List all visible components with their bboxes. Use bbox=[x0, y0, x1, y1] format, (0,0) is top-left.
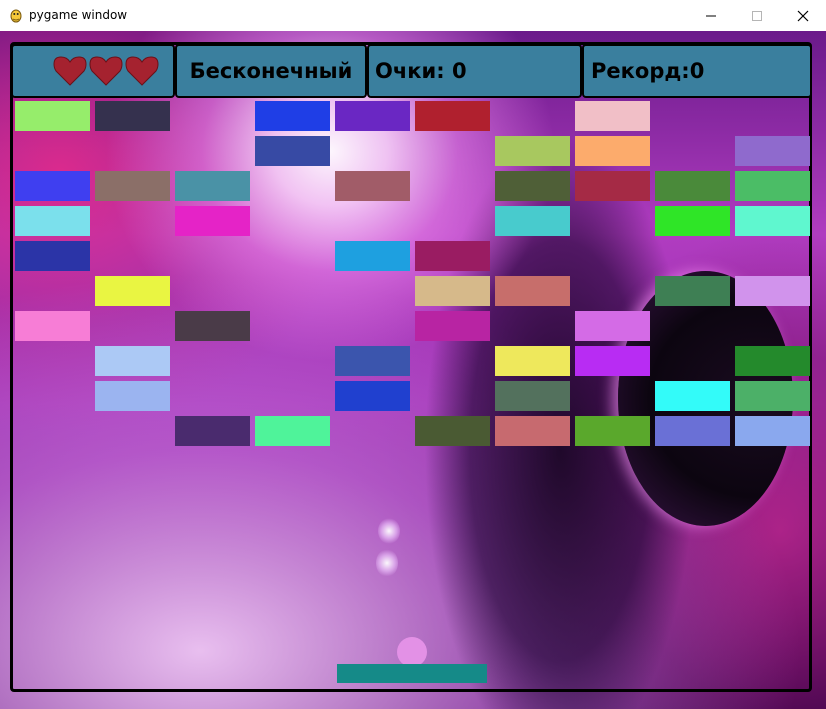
brick bbox=[335, 381, 410, 411]
maximize-button[interactable] bbox=[734, 0, 780, 31]
heart-icon bbox=[53, 56, 87, 86]
brick bbox=[495, 206, 570, 236]
brick bbox=[495, 381, 570, 411]
brick bbox=[415, 311, 490, 341]
brick bbox=[15, 101, 90, 131]
close-button[interactable] bbox=[780, 0, 826, 31]
record-label: Рекорд:0 bbox=[582, 44, 812, 98]
heart-icon bbox=[89, 56, 123, 86]
brick bbox=[575, 346, 650, 376]
brick bbox=[95, 346, 170, 376]
brick bbox=[575, 416, 650, 446]
lives-panel bbox=[11, 44, 175, 98]
brick bbox=[655, 206, 730, 236]
brick bbox=[575, 101, 650, 131]
mode-label: Бесконечный bbox=[175, 44, 367, 98]
brick bbox=[495, 171, 570, 201]
minimize-icon bbox=[706, 15, 716, 16]
brick bbox=[255, 101, 330, 131]
brick bbox=[735, 416, 810, 446]
maximize-icon bbox=[752, 10, 762, 21]
brick bbox=[575, 171, 650, 201]
minimize-button[interactable] bbox=[688, 0, 734, 31]
brick bbox=[335, 171, 410, 201]
brick bbox=[335, 346, 410, 376]
close-icon bbox=[797, 10, 809, 21]
brick bbox=[735, 346, 810, 376]
brick bbox=[735, 206, 810, 236]
brick bbox=[95, 381, 170, 411]
brick bbox=[255, 416, 330, 446]
brick bbox=[495, 276, 570, 306]
brick bbox=[15, 171, 90, 201]
brick bbox=[735, 276, 810, 306]
brick bbox=[495, 346, 570, 376]
hud-bar: Бесконечный Очки: 0 Рекорд:0 bbox=[11, 44, 812, 98]
brick bbox=[495, 136, 570, 166]
heart-icon bbox=[125, 56, 159, 86]
brick bbox=[335, 241, 410, 271]
window-titlebar[interactable]: pygame window bbox=[0, 0, 826, 32]
brick bbox=[415, 276, 490, 306]
brick bbox=[735, 136, 810, 166]
brick bbox=[175, 416, 250, 446]
brick bbox=[415, 416, 490, 446]
brick bbox=[95, 101, 170, 131]
brick bbox=[95, 171, 170, 201]
brick bbox=[15, 311, 90, 341]
brick bbox=[655, 381, 730, 411]
game-canvas[interactable]: Бесконечный Очки: 0 Рекорд:0 bbox=[0, 31, 826, 709]
brick bbox=[655, 416, 730, 446]
brick bbox=[95, 276, 170, 306]
brick bbox=[655, 171, 730, 201]
brick bbox=[575, 136, 650, 166]
brick bbox=[175, 206, 250, 236]
brick bbox=[495, 416, 570, 446]
brick bbox=[255, 136, 330, 166]
brick bbox=[735, 381, 810, 411]
brick bbox=[175, 311, 250, 341]
brick bbox=[415, 241, 490, 271]
brick bbox=[575, 311, 650, 341]
brick bbox=[735, 171, 810, 201]
brick bbox=[175, 171, 250, 201]
score-label: Очки: 0 bbox=[367, 44, 582, 98]
brick bbox=[655, 276, 730, 306]
window-title: pygame window bbox=[29, 8, 128, 22]
paddle[interactable] bbox=[337, 664, 487, 683]
pygame-snake-icon bbox=[10, 9, 22, 23]
brick bbox=[415, 101, 490, 131]
ball bbox=[397, 637, 427, 667]
brick bbox=[335, 101, 410, 131]
brick bbox=[15, 206, 90, 236]
brick bbox=[15, 241, 90, 271]
